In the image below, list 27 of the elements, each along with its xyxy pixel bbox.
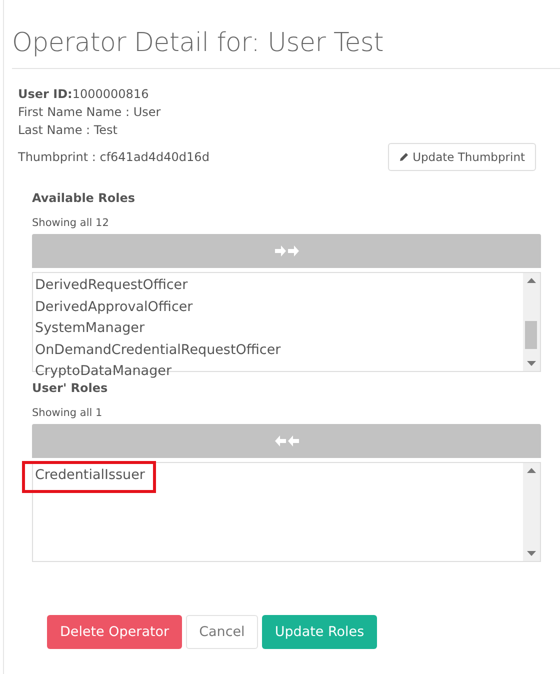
double-right-arrow-icon (274, 244, 300, 258)
count-text: Showing all 12 (32, 217, 110, 229)
update-thumbprint-button[interactable]: Update Thumbprint (388, 143, 536, 171)
section-heading: Available Roles (32, 191, 136, 205)
double-left-arrow-icon (274, 434, 300, 448)
list-item[interactable]: DerivedRequestOfficer (35, 276, 188, 296)
info-text: First Name Name : User (18, 104, 162, 121)
list-item[interactable]: CryptoDataManager (35, 362, 172, 382)
list-item[interactable]: OnDemandCredentialRequestOfficer (35, 340, 281, 360)
scroll-thumb[interactable] (525, 321, 537, 349)
scroll-down-icon (527, 361, 536, 366)
scroll-up-icon (527, 278, 536, 283)
user-id-text: User ID:1000000816 (18, 87, 149, 101)
page-title: Operator Detail for: User Test (12, 28, 385, 58)
thumbprint-text: Thumbprint : cf641ad4d40d16d (18, 149, 210, 166)
info-text: Last Name : Test (18, 122, 119, 139)
scroll-down-icon (527, 551, 536, 556)
list-item[interactable]: CredentialIssuer (35, 466, 145, 486)
pencil-icon (398, 152, 409, 162)
move-button[interactable] (32, 234, 541, 268)
scroll-up-icon (527, 468, 536, 473)
section-heading: User' Roles (32, 381, 109, 395)
list-item[interactable]: SystemManager (35, 319, 145, 338)
list-item[interactable]: DerivedApprovalOfficer (35, 298, 193, 317)
move-button[interactable] (32, 424, 541, 458)
cancel-button[interactable]: Cancel (186, 615, 258, 649)
count-text: Showing all 1 (32, 407, 104, 419)
